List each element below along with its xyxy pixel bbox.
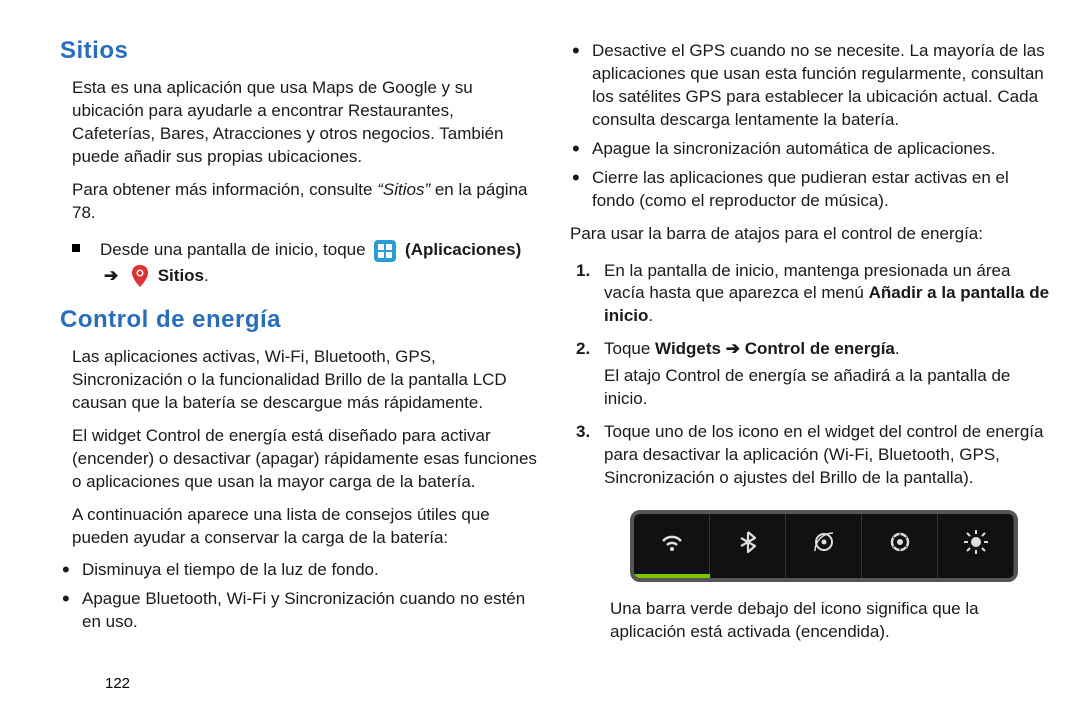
sitios-label: Sitios — [158, 266, 204, 285]
sitios-description: Esta es una aplicación que usa Maps de G… — [72, 77, 540, 169]
text: Toque uno de los icono en el widget del … — [604, 422, 1043, 487]
step-number: 1. — [576, 260, 590, 283]
widget-bluetooth-toggle[interactable] — [710, 514, 786, 578]
step-1: 1. En la pantalla de inicio, mantenga pr… — [576, 260, 1050, 329]
tip-item: Disminuya el tiempo de la luz de fondo. — [60, 559, 540, 582]
numbered-steps: 1. En la pantalla de inicio, mantenga pr… — [576, 256, 1050, 500]
sitios-more-info: Para obtener más información, consulte “… — [72, 179, 540, 225]
step-number: 3. — [576, 421, 590, 444]
brightness-icon — [962, 528, 990, 563]
tip-item: Cierre las aplicaciones que pudieran est… — [570, 167, 1050, 213]
tips-list-right: Desactive el GPS cuando no se necesite. … — [570, 37, 1050, 219]
step-number: 2. — [576, 338, 590, 361]
text: . — [895, 339, 900, 358]
power-p2: El widget Control de energía está diseña… — [72, 425, 540, 494]
power-control-widget — [630, 510, 1018, 582]
gps-icon — [811, 529, 837, 562]
left-column: Sitios Esta es una aplicación que usa Ma… — [60, 35, 540, 700]
widget-wifi-toggle[interactable] — [634, 514, 710, 578]
heading-sitios: Sitios — [60, 35, 540, 67]
path: Widgets ➔ Control de energía — [655, 339, 895, 358]
wifi-icon — [659, 529, 685, 562]
apps-grid-icon — [374, 240, 396, 262]
instruction-bullet: Desde una pantalla de inicio, toque (Apl… — [72, 237, 540, 288]
sync-icon — [887, 529, 913, 562]
bluetooth-icon — [735, 529, 761, 562]
widget-sync-toggle[interactable] — [862, 514, 938, 578]
power-p1: Las aplicaciones activas, Wi-Fi, Bluetoo… — [72, 346, 540, 415]
page-number: 122 — [105, 674, 130, 694]
arrow-icon: ➔ — [104, 263, 118, 289]
places-pin-icon — [131, 265, 149, 287]
text: Desde una pantalla de inicio, toque — [100, 240, 370, 259]
shortcut-intro: Para usar la barra de atajos para el con… — [570, 223, 1050, 246]
widget-brightness-toggle[interactable] — [938, 514, 1014, 578]
tip-item: Desactive el GPS cuando no se necesite. … — [570, 40, 1050, 132]
widget-gps-toggle[interactable] — [786, 514, 862, 578]
text: Toque — [604, 339, 655, 358]
tips-list-left: Disminuya el tiempo de la luz de fondo. … — [60, 556, 540, 640]
cross-ref: “Sitios” — [377, 180, 430, 199]
period: . — [204, 266, 209, 285]
right-column: Desactive el GPS cuando no se necesite. … — [570, 35, 1050, 700]
widget-active-indicator — [634, 574, 710, 578]
text: . — [648, 306, 653, 325]
text: Para obtener más información, consulte — [72, 180, 377, 199]
widget-caption: Una barra verde debajo del icono signifi… — [610, 598, 1050, 644]
instruction-text: Desde una pantalla de inicio, toque (Apl… — [100, 237, 521, 288]
tip-item: Apague la sincronización automática de a… — [570, 138, 1050, 161]
manual-page: Sitios Esta es una aplicación que usa Ma… — [0, 0, 1080, 720]
square-bullet-icon — [72, 244, 80, 252]
step-2: 2. Toque Widgets ➔ Control de energía. E… — [576, 338, 1050, 411]
step-2-sub: El atajo Control de energía se añadirá a… — [604, 365, 1050, 411]
apps-label: (Aplicaciones) — [405, 240, 521, 259]
step-3: 3. Toque uno de los icono en el widget d… — [576, 421, 1050, 490]
tip-item: Apague Bluetooth, Wi-Fi y Sincronización… — [60, 588, 540, 634]
power-p3: A continuación aparece una lista de cons… — [72, 504, 540, 550]
heading-control-energia: Control de energía — [60, 304, 540, 336]
